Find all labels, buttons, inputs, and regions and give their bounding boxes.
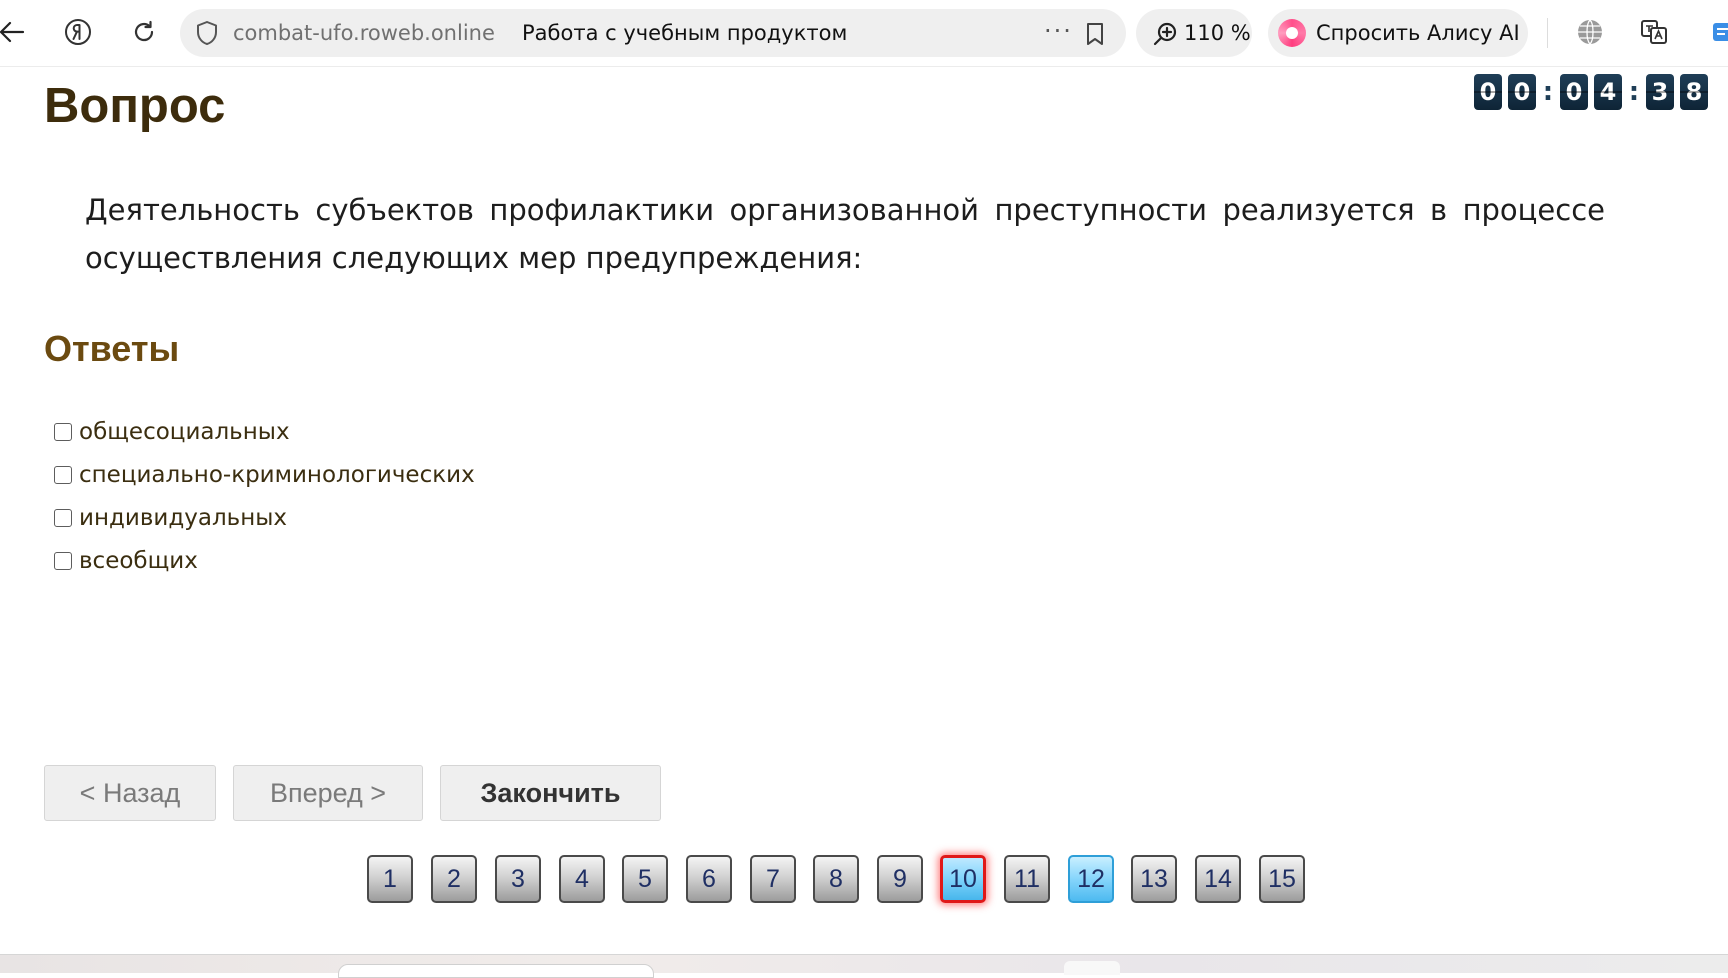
page-button-1[interactable]: 1	[367, 855, 413, 903]
answer-option-4[interactable]: всеобщих	[54, 543, 198, 579]
timer-digit: 8	[1680, 74, 1708, 110]
zoom-level: 110 %	[1184, 21, 1251, 45]
forward-button[interactable]: Вперед >	[233, 765, 423, 821]
alice-label: Спросить Алису AI	[1316, 21, 1520, 45]
bookmark-icon[interactable]	[1084, 21, 1106, 47]
bottom-tab[interactable]	[338, 964, 654, 978]
bottom-tab[interactable]	[1064, 961, 1120, 975]
question-pagination: 1 2 3 4 5 6 7 8 9 10 11 12 13 14 15	[0, 855, 1728, 905]
reload-icon[interactable]	[124, 12, 164, 52]
zoom-icon	[1152, 21, 1178, 47]
timer-digit: 0	[1474, 74, 1502, 110]
page-button-15[interactable]: 15	[1259, 855, 1305, 903]
back-arrow-icon[interactable]	[0, 12, 32, 52]
timer-digit: 4	[1594, 74, 1622, 110]
answer-option-2[interactable]: специально-криминологических	[54, 457, 475, 493]
answer-checkbox[interactable]	[54, 509, 72, 527]
answer-label[interactable]: специально-криминологических	[79, 462, 475, 488]
page-button-12-answered[interactable]: 12	[1068, 855, 1114, 903]
alice-icon	[1278, 19, 1306, 47]
page-button-5[interactable]: 5	[622, 855, 668, 903]
translate-icon[interactable]	[1634, 12, 1674, 52]
answer-checkbox[interactable]	[54, 423, 72, 441]
question-text: Деятельность субъектов профилактики орга…	[85, 193, 1605, 275]
zoom-indicator[interactable]: 110 %	[1136, 9, 1252, 57]
page-button-10-current[interactable]: 10	[940, 855, 986, 903]
more-dots-icon[interactable]: ···	[1044, 17, 1073, 45]
answer-option-3[interactable]: индивидуальных	[54, 500, 287, 536]
answer-checkbox[interactable]	[54, 552, 72, 570]
shield-icon[interactable]	[194, 19, 220, 47]
timer-digit: 0	[1560, 74, 1588, 110]
answers-heading: Ответы	[44, 328, 180, 369]
timer-separator: :	[1542, 77, 1554, 107]
yandex-icon[interactable]	[58, 12, 98, 52]
answer-label[interactable]: общесоциальных	[79, 419, 290, 445]
tab-page-title: Работа с учебным продуктом	[522, 21, 848, 45]
browser-toolbar: combat-ufo.roweb.online Работа с учебным…	[0, 0, 1728, 67]
answer-checkbox[interactable]	[54, 466, 72, 484]
question-heading: Вопрос	[44, 79, 226, 133]
page-button-6[interactable]: 6	[686, 855, 732, 903]
page-button-13[interactable]: 13	[1131, 855, 1177, 903]
answer-label[interactable]: индивидуальных	[79, 505, 287, 531]
address-host[interactable]: combat-ufo.roweb.online	[233, 21, 495, 45]
answer-label[interactable]: всеобщих	[79, 548, 198, 574]
page-button-11[interactable]: 11	[1004, 855, 1050, 903]
bottom-bar	[0, 954, 1728, 978]
page-button-3[interactable]: 3	[495, 855, 541, 903]
toolbar-divider	[1547, 18, 1548, 48]
page-button-8[interactable]: 8	[813, 855, 859, 903]
page-button-9[interactable]: 9	[877, 855, 923, 903]
alice-button[interactable]: Спросить Алису AI	[1268, 9, 1528, 57]
globe-icon[interactable]	[1570, 12, 1610, 52]
timer-separator: :	[1628, 77, 1640, 107]
page-button-4[interactable]: 4	[559, 855, 605, 903]
answer-option-1[interactable]: общесоциальных	[54, 414, 290, 450]
back-button[interactable]: < Назад	[44, 765, 216, 821]
address-bar[interactable]: combat-ufo.roweb.online Работа с учебным…	[180, 9, 1126, 57]
timer-digit: 0	[1508, 74, 1536, 110]
page-button-7[interactable]: 7	[750, 855, 796, 903]
page-button-2[interactable]: 2	[431, 855, 477, 903]
extension-icon[interactable]	[1702, 12, 1728, 52]
finish-button[interactable]: Закончить	[440, 765, 661, 821]
timer-digit: 3	[1646, 74, 1674, 110]
page-button-14[interactable]: 14	[1195, 855, 1241, 903]
